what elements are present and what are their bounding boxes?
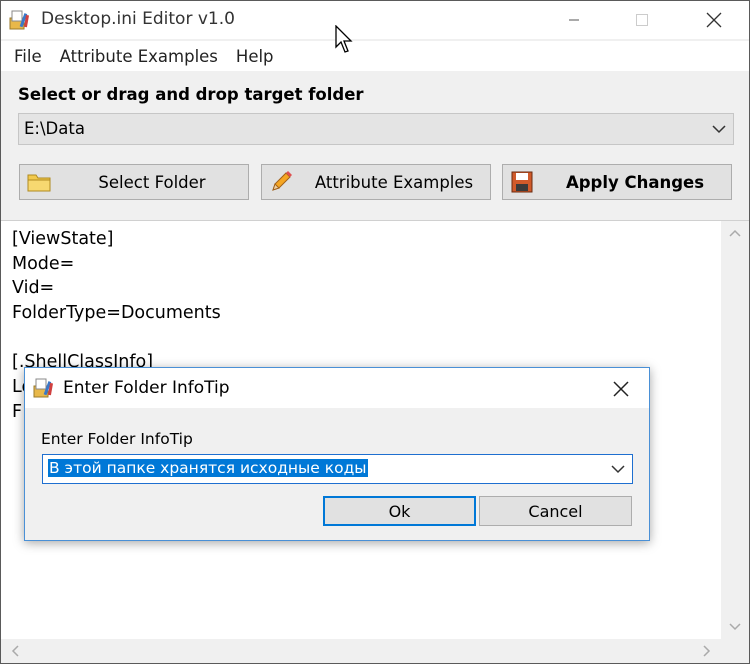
maximize-button[interactable]	[607, 1, 677, 39]
editor-line: Vid=	[12, 278, 55, 299]
vertical-scrollbar[interactable]	[721, 221, 749, 639]
horizontal-scrollbar[interactable]	[1, 639, 721, 663]
scrollbar-corner	[721, 639, 749, 663]
dialog-title: Enter Folder InfoTip	[63, 378, 230, 398]
scroll-down-button[interactable]	[721, 615, 749, 639]
attribute-examples-button[interactable]: Attribute Examples	[261, 164, 491, 200]
menu-attribute-examples[interactable]: Attribute Examples	[51, 47, 227, 66]
close-icon[interactable]	[609, 377, 633, 401]
editor-line: Mode=	[12, 253, 75, 274]
maximize-icon	[636, 14, 648, 26]
scroll-right-button[interactable]	[693, 639, 721, 663]
pencil-icon	[272, 171, 292, 191]
ok-button[interactable]: Ok	[323, 496, 476, 526]
select-folder-label: Select Folder	[98, 173, 206, 192]
app-icon	[9, 10, 30, 30]
menu-file[interactable]: File	[5, 47, 51, 66]
infotip-value: В этой папке хранятся исходные коды	[48, 459, 368, 477]
chevron-down-icon[interactable]	[711, 122, 727, 136]
infotip-dialog: Enter Folder InfoTip Enter Folder InfoTi…	[24, 367, 650, 541]
chevron-right-icon	[703, 645, 711, 657]
title-bar[interactable]: Desktop.ini Editor v1.0	[1, 1, 749, 39]
attribute-examples-label: Attribute Examples	[314, 173, 474, 192]
main-window: Desktop.ini Editor v1.0 File Attribute E…	[0, 0, 750, 664]
save-icon	[511, 171, 533, 193]
scroll-up-button[interactable]	[721, 221, 749, 245]
window-title: Desktop.ini Editor v1.0	[41, 9, 235, 29]
close-icon	[706, 12, 722, 28]
folder-label: Select or drag and drop target folder	[18, 85, 364, 104]
infotip-input[interactable]: В этой папке хранятся исходные коды	[42, 454, 633, 484]
menu-bar: File Attribute Examples Help	[1, 41, 749, 71]
minimize-button[interactable]	[539, 1, 609, 39]
folder-path-value: E:\Data	[24, 119, 85, 138]
editor-line: FolderType=Documents	[12, 303, 221, 324]
chevron-left-icon	[11, 645, 19, 657]
chevron-up-icon	[729, 229, 741, 237]
chevron-down-icon[interactable]	[610, 462, 626, 476]
folder-path-combo[interactable]: E:\Data	[18, 113, 734, 145]
chevron-down-icon	[729, 623, 741, 631]
folder-icon	[27, 174, 51, 192]
scroll-left-button[interactable]	[1, 639, 29, 663]
dialog-title-bar[interactable]: Enter Folder InfoTip	[25, 368, 649, 408]
select-folder-button[interactable]: Select Folder	[19, 164, 249, 200]
mouse-cursor-icon	[335, 25, 353, 53]
cancel-button[interactable]: Cancel	[479, 496, 632, 526]
minimize-icon	[569, 19, 579, 21]
app-icon	[33, 378, 54, 398]
infotip-label: Enter Folder InfoTip	[41, 430, 193, 448]
close-button[interactable]	[679, 1, 749, 39]
apply-changes-button[interactable]: Apply Changes	[502, 164, 732, 200]
apply-changes-label: Apply Changes	[565, 173, 705, 192]
editor-line: [ViewState]	[12, 229, 114, 249]
menu-help[interactable]: Help	[227, 47, 283, 66]
